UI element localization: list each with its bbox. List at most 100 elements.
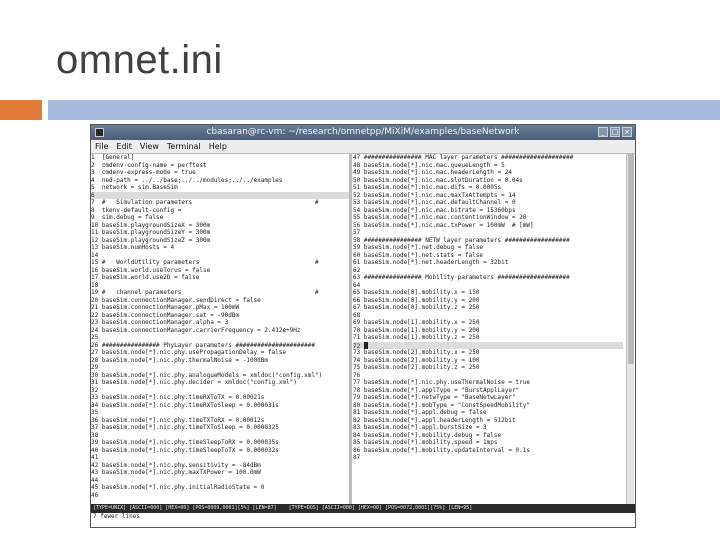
code-line: 84 baseSim.node[*].mobility.debug = fals… xyxy=(353,431,502,439)
code-line: 63 ################ Mobility parameters … xyxy=(353,274,570,281)
code-line: 55 baseSim.node[*].nic.mac.contentionWin… xyxy=(353,214,527,221)
code-line: 26 ################ PhyLayer parameters … xyxy=(91,341,315,349)
text-cursor xyxy=(363,341,368,349)
code-line: 74 baseSim.node[2].mobility.y = 100 xyxy=(353,356,480,364)
status-bar: [TYPE=UNIX] [ASCII=000] [HEX=00] [POS=00… xyxy=(91,504,635,513)
code-line: 56 baseSim.node[*].nic.mac.txPower = 100… xyxy=(353,221,534,229)
code-line: 7 # Simulation parameters # xyxy=(91,199,319,206)
pane-divider[interactable] xyxy=(349,154,352,504)
scroll-thumb[interactable] xyxy=(628,154,634,364)
code-line: 40 baseSim.node[*].nic.phy.timeSleepToTX… xyxy=(91,446,279,454)
menu-view[interactable]: View xyxy=(140,140,159,153)
code-line: 78 baseSim.node[*].applType = "BurstAppl… xyxy=(353,386,520,394)
close-icon[interactable]: × xyxy=(622,127,632,137)
code-line: 22 baseSim.connectionManager.sat = -90dB… xyxy=(91,311,240,319)
code-line: 31 baseSim.node[*].nic.phy.decider = xml… xyxy=(91,379,297,386)
code-line: 66 baseSim.node[0].mobility.y = 200 xyxy=(353,296,480,304)
code-line: 5 network = sim.BaseSim xyxy=(91,184,178,191)
accent-square xyxy=(0,100,42,120)
code-line: 19 # channel parameters # xyxy=(91,289,319,296)
code-line: 73 baseSim.node[2].mobility.x = 250 xyxy=(353,349,480,356)
code-line: 18 xyxy=(91,281,102,289)
code-line: 59 baseSim.node[*].net.debug = false xyxy=(353,244,484,251)
code-line: 16 baseSim.world.useTorus = false xyxy=(91,266,211,274)
code-line: 28 baseSim.node[*].nic.phy.thermalNoise … xyxy=(91,356,269,364)
code-line: 47 ################ MAC layer parameters… xyxy=(353,154,574,161)
code-line: 1 [General] xyxy=(91,154,135,161)
code-line: 49 baseSim.node[*].nic.mac.headerLength … xyxy=(353,169,512,176)
code-line: 24 baseSim.connectionManager.carrierFreq… xyxy=(91,326,301,334)
code-line: 20 baseSim.connectionManager.sendDirect … xyxy=(91,296,261,304)
code-line: 60 baseSim.node[*].net.stats = false xyxy=(353,251,484,259)
right-editor-pane[interactable]: 47 ################ MAC layer parameters… xyxy=(353,154,623,504)
code-line: 12 baseSim.playgroundSizeZ = 300m xyxy=(91,236,211,244)
code-line: 64 xyxy=(353,281,364,289)
terminal-body[interactable]: 1 [General] 2 cmdenv-config-name = perfte… xyxy=(91,154,635,504)
scrollbar[interactable] xyxy=(626,154,634,504)
code-line: 3 cmdenv-express-mode = true xyxy=(91,169,196,176)
window-title: cbasaran@rc-vm: ~/research/omnetpp/MiXiM… xyxy=(206,127,520,137)
code-line: 86 baseSim.node[*].mobility.updateInterv… xyxy=(353,446,531,454)
maximize-icon[interactable]: □ xyxy=(610,127,620,137)
code-line: 51 baseSim.node[*].nic.mac.difs = 0.0005… xyxy=(353,184,502,191)
code-line: 21 baseSim.connectionManager.pMax = 100m… xyxy=(91,304,240,311)
code-line: 69 baseSim.node[1].mobility.x = 250 xyxy=(353,319,480,326)
menu-file[interactable]: File xyxy=(95,140,108,153)
code-line: 68 xyxy=(353,311,364,319)
code-line: 77 baseSim.node[*].nic.phy.useThermalNoi… xyxy=(353,379,531,386)
code-line: 83 baseSim.node[*].appl.burstSize = 3 xyxy=(353,424,487,431)
code-line: 27 baseSim.node[*].nic.phy.usePropagatio… xyxy=(91,349,287,356)
terminal-window[interactable]: cbasaran@rc-vm: ~/research/omnetpp/MiXiM… xyxy=(90,124,636,528)
code-line: 42 baseSim.node[*].nic.phy.sensitivity =… xyxy=(91,461,261,469)
code-line: 81 baseSim.node[*].appl.debug = false xyxy=(353,409,487,416)
code-line: 53 baseSim.node[*].nic.mac.defaultChanne… xyxy=(353,199,516,206)
code-line: 45 baseSim.node[*].nic.phy.initialRadioS… xyxy=(91,484,265,491)
terminal-icon xyxy=(95,128,104,137)
code-line: 58 ################ NETW layer parameter… xyxy=(353,236,570,244)
code-line: 46 xyxy=(91,491,102,499)
slide-title: omnet.ini xyxy=(56,38,223,82)
menu-bar: File Edit View Terminal Help xyxy=(91,140,635,154)
code-line: 85 baseSim.node[*].mobility.speed = 1mps xyxy=(353,439,498,446)
menu-terminal[interactable]: Terminal xyxy=(167,140,201,153)
command-line[interactable]: 7 fewer lines xyxy=(91,513,635,527)
window-titlebar[interactable]: cbasaran@rc-vm: ~/research/omnetpp/MiXiM… xyxy=(91,125,635,140)
code-line: 34 baseSim.node[*].nic.phy.timeRXToSleep… xyxy=(91,401,279,409)
code-line: 48 baseSim.node[*].nic.mac.queueLength =… xyxy=(353,161,505,169)
left-editor-pane[interactable]: 1 [General] 2 cmdenv-config-name = perfte… xyxy=(91,154,349,504)
code-line: 41 xyxy=(91,454,102,461)
minimize-icon[interactable]: _ xyxy=(598,127,608,137)
code-line: 79 baseSim.node[*].netwType = "BaseNetwL… xyxy=(353,394,516,401)
code-line: 29 xyxy=(91,364,102,371)
code-line: 14 xyxy=(91,251,102,259)
code-line: 52 baseSim.node[*].nic.mac.maxTxAttempts… xyxy=(353,191,516,199)
code-line: 61 baseSim.node[*].net.headerLength = 32… xyxy=(353,259,509,266)
code-line: 43 baseSim.node[*].nic.phy.maxTXPower = … xyxy=(91,469,261,476)
code-line: 75 baseSim.node[2].mobility.z = 250 xyxy=(353,364,480,371)
code-line: 2 cmdenv-config-name = perftest xyxy=(91,161,207,169)
code-line: 11 baseSim.playgroundSizeY = 300m xyxy=(91,229,211,236)
code-line: 6 xyxy=(91,191,349,199)
code-line: 37 baseSim.node[*].nic.phy.timeTXToSleep… xyxy=(91,424,279,431)
code-line: 76 xyxy=(353,371,364,379)
code-line: 72 xyxy=(353,341,623,350)
code-line: 57 xyxy=(353,229,364,236)
code-line: 32 xyxy=(91,386,102,394)
code-line: 65 baseSim.node[0].mobility.x = 150 xyxy=(353,289,480,296)
code-line: 4 ned-path = ../../base;../../modules;..… xyxy=(91,176,283,184)
code-line: 87 xyxy=(353,454,364,461)
menu-help[interactable]: Help xyxy=(209,140,227,153)
code-line: 25 xyxy=(91,334,102,341)
code-line: 17 baseSim.world.use2D = false xyxy=(91,274,200,281)
menu-edit[interactable]: Edit xyxy=(116,140,132,153)
code-line: 62 xyxy=(353,266,364,274)
code-line: 38 xyxy=(91,431,102,439)
code-line: 15 # WorldUtility parameters # xyxy=(91,259,319,266)
code-line: 44 xyxy=(91,476,102,484)
code-line: 10 baseSim.playgroundSizeX = 300m xyxy=(91,221,211,229)
code-line: 71 baseSim.node[1].mobility.z = 250 xyxy=(353,334,480,341)
code-line: 80 baseSim.node[*].mobType = "ConstSpeed… xyxy=(353,401,531,409)
code-line: 36 baseSim.node[*].nic.phy.timeTXToRX = … xyxy=(91,416,265,424)
code-line: 13 baseSim.numHosts = 4 xyxy=(91,244,175,251)
code-line: 50 baseSim.node[*].nic.mac.slotDuration … xyxy=(353,176,523,184)
